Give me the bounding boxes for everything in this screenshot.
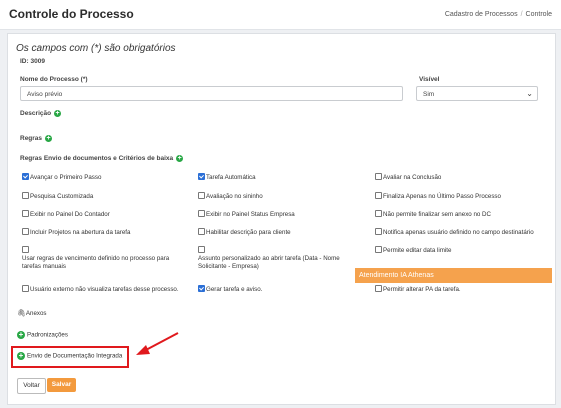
annotation-arrow-icon: [136, 332, 179, 355]
